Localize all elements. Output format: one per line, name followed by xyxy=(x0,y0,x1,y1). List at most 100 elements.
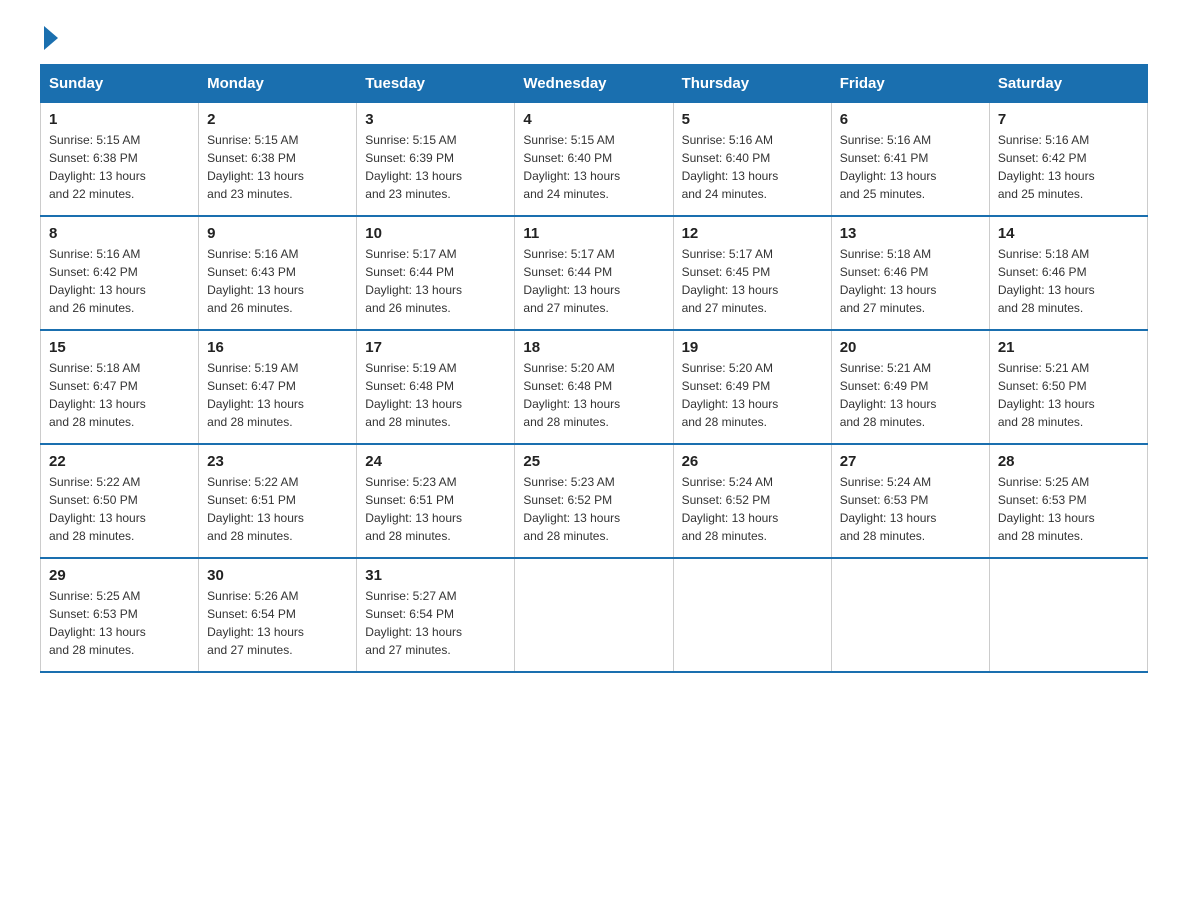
day-info: Sunrise: 5:17 AMSunset: 6:44 PMDaylight:… xyxy=(523,247,620,315)
day-info: Sunrise: 5:22 AMSunset: 6:50 PMDaylight:… xyxy=(49,475,146,543)
day-number: 29 xyxy=(49,567,190,584)
logo xyxy=(40,30,58,44)
calendar-cell: 25 Sunrise: 5:23 AMSunset: 6:52 PMDaylig… xyxy=(515,444,673,558)
header-monday: Monday xyxy=(199,65,357,103)
day-number: 30 xyxy=(207,567,348,584)
calendar-cell: 12 Sunrise: 5:17 AMSunset: 6:45 PMDaylig… xyxy=(673,216,831,330)
calendar-table: SundayMondayTuesdayWednesdayThursdayFrid… xyxy=(40,64,1148,673)
calendar-cell: 20 Sunrise: 5:21 AMSunset: 6:49 PMDaylig… xyxy=(831,330,989,444)
calendar-cell xyxy=(673,558,831,672)
day-number: 26 xyxy=(682,453,823,470)
calendar-cell: 31 Sunrise: 5:27 AMSunset: 6:54 PMDaylig… xyxy=(357,558,515,672)
day-number: 4 xyxy=(523,111,664,128)
week-row-4: 22 Sunrise: 5:22 AMSunset: 6:50 PMDaylig… xyxy=(41,444,1148,558)
day-number: 17 xyxy=(365,339,506,356)
calendar-cell: 13 Sunrise: 5:18 AMSunset: 6:46 PMDaylig… xyxy=(831,216,989,330)
day-number: 3 xyxy=(365,111,506,128)
day-number: 2 xyxy=(207,111,348,128)
calendar-cell: 30 Sunrise: 5:26 AMSunset: 6:54 PMDaylig… xyxy=(199,558,357,672)
day-info: Sunrise: 5:16 AMSunset: 6:41 PMDaylight:… xyxy=(840,133,937,201)
day-number: 24 xyxy=(365,453,506,470)
calendar-cell: 15 Sunrise: 5:18 AMSunset: 6:47 PMDaylig… xyxy=(41,330,199,444)
calendar-cell: 2 Sunrise: 5:15 AMSunset: 6:38 PMDayligh… xyxy=(199,103,357,217)
day-number: 23 xyxy=(207,453,348,470)
day-number: 7 xyxy=(998,111,1139,128)
day-info: Sunrise: 5:23 AMSunset: 6:51 PMDaylight:… xyxy=(365,475,462,543)
day-info: Sunrise: 5:16 AMSunset: 6:42 PMDaylight:… xyxy=(49,247,146,315)
header-tuesday: Tuesday xyxy=(357,65,515,103)
week-row-5: 29 Sunrise: 5:25 AMSunset: 6:53 PMDaylig… xyxy=(41,558,1148,672)
day-info: Sunrise: 5:25 AMSunset: 6:53 PMDaylight:… xyxy=(49,589,146,657)
day-info: Sunrise: 5:16 AMSunset: 6:43 PMDaylight:… xyxy=(207,247,304,315)
day-number: 12 xyxy=(682,225,823,242)
calendar-header-row: SundayMondayTuesdayWednesdayThursdayFrid… xyxy=(41,65,1148,103)
calendar-cell: 27 Sunrise: 5:24 AMSunset: 6:53 PMDaylig… xyxy=(831,444,989,558)
header-thursday: Thursday xyxy=(673,65,831,103)
day-info: Sunrise: 5:15 AMSunset: 6:38 PMDaylight:… xyxy=(207,133,304,201)
day-info: Sunrise: 5:23 AMSunset: 6:52 PMDaylight:… xyxy=(523,475,620,543)
day-info: Sunrise: 5:16 AMSunset: 6:42 PMDaylight:… xyxy=(998,133,1095,201)
day-info: Sunrise: 5:18 AMSunset: 6:47 PMDaylight:… xyxy=(49,361,146,429)
calendar-cell: 5 Sunrise: 5:16 AMSunset: 6:40 PMDayligh… xyxy=(673,103,831,217)
week-row-1: 1 Sunrise: 5:15 AMSunset: 6:38 PMDayligh… xyxy=(41,103,1148,217)
day-info: Sunrise: 5:26 AMSunset: 6:54 PMDaylight:… xyxy=(207,589,304,657)
calendar-cell: 8 Sunrise: 5:16 AMSunset: 6:42 PMDayligh… xyxy=(41,216,199,330)
day-number: 25 xyxy=(523,453,664,470)
day-number: 20 xyxy=(840,339,981,356)
calendar-cell: 6 Sunrise: 5:16 AMSunset: 6:41 PMDayligh… xyxy=(831,103,989,217)
day-number: 19 xyxy=(682,339,823,356)
day-number: 16 xyxy=(207,339,348,356)
day-info: Sunrise: 5:25 AMSunset: 6:53 PMDaylight:… xyxy=(998,475,1095,543)
calendar-cell: 7 Sunrise: 5:16 AMSunset: 6:42 PMDayligh… xyxy=(989,103,1147,217)
calendar-cell: 17 Sunrise: 5:19 AMSunset: 6:48 PMDaylig… xyxy=(357,330,515,444)
day-number: 27 xyxy=(840,453,981,470)
calendar-cell: 21 Sunrise: 5:21 AMSunset: 6:50 PMDaylig… xyxy=(989,330,1147,444)
day-info: Sunrise: 5:19 AMSunset: 6:47 PMDaylight:… xyxy=(207,361,304,429)
week-row-3: 15 Sunrise: 5:18 AMSunset: 6:47 PMDaylig… xyxy=(41,330,1148,444)
day-info: Sunrise: 5:18 AMSunset: 6:46 PMDaylight:… xyxy=(998,247,1095,315)
day-number: 9 xyxy=(207,225,348,242)
day-number: 13 xyxy=(840,225,981,242)
calendar-cell: 3 Sunrise: 5:15 AMSunset: 6:39 PMDayligh… xyxy=(357,103,515,217)
day-info: Sunrise: 5:27 AMSunset: 6:54 PMDaylight:… xyxy=(365,589,462,657)
calendar-cell: 29 Sunrise: 5:25 AMSunset: 6:53 PMDaylig… xyxy=(41,558,199,672)
calendar-cell: 4 Sunrise: 5:15 AMSunset: 6:40 PMDayligh… xyxy=(515,103,673,217)
day-info: Sunrise: 5:21 AMSunset: 6:50 PMDaylight:… xyxy=(998,361,1095,429)
calendar-cell: 24 Sunrise: 5:23 AMSunset: 6:51 PMDaylig… xyxy=(357,444,515,558)
day-number: 11 xyxy=(523,225,664,242)
calendar-cell xyxy=(831,558,989,672)
day-info: Sunrise: 5:24 AMSunset: 6:52 PMDaylight:… xyxy=(682,475,779,543)
calendar-cell: 14 Sunrise: 5:18 AMSunset: 6:46 PMDaylig… xyxy=(989,216,1147,330)
header-sunday: Sunday xyxy=(41,65,199,103)
day-info: Sunrise: 5:17 AMSunset: 6:45 PMDaylight:… xyxy=(682,247,779,315)
day-number: 5 xyxy=(682,111,823,128)
day-info: Sunrise: 5:20 AMSunset: 6:49 PMDaylight:… xyxy=(682,361,779,429)
day-info: Sunrise: 5:22 AMSunset: 6:51 PMDaylight:… xyxy=(207,475,304,543)
calendar-cell: 19 Sunrise: 5:20 AMSunset: 6:49 PMDaylig… xyxy=(673,330,831,444)
header-saturday: Saturday xyxy=(989,65,1147,103)
calendar-cell: 23 Sunrise: 5:22 AMSunset: 6:51 PMDaylig… xyxy=(199,444,357,558)
day-info: Sunrise: 5:15 AMSunset: 6:38 PMDaylight:… xyxy=(49,133,146,201)
day-number: 21 xyxy=(998,339,1139,356)
day-number: 22 xyxy=(49,453,190,470)
day-number: 10 xyxy=(365,225,506,242)
header-friday: Friday xyxy=(831,65,989,103)
header-wednesday: Wednesday xyxy=(515,65,673,103)
calendar-cell xyxy=(989,558,1147,672)
day-info: Sunrise: 5:17 AMSunset: 6:44 PMDaylight:… xyxy=(365,247,462,315)
calendar-cell: 26 Sunrise: 5:24 AMSunset: 6:52 PMDaylig… xyxy=(673,444,831,558)
day-info: Sunrise: 5:24 AMSunset: 6:53 PMDaylight:… xyxy=(840,475,937,543)
day-number: 6 xyxy=(840,111,981,128)
day-number: 14 xyxy=(998,225,1139,242)
day-number: 28 xyxy=(998,453,1139,470)
calendar-cell: 22 Sunrise: 5:22 AMSunset: 6:50 PMDaylig… xyxy=(41,444,199,558)
calendar-cell: 18 Sunrise: 5:20 AMSunset: 6:48 PMDaylig… xyxy=(515,330,673,444)
day-number: 1 xyxy=(49,111,190,128)
day-info: Sunrise: 5:16 AMSunset: 6:40 PMDaylight:… xyxy=(682,133,779,201)
day-info: Sunrise: 5:19 AMSunset: 6:48 PMDaylight:… xyxy=(365,361,462,429)
calendar-cell: 11 Sunrise: 5:17 AMSunset: 6:44 PMDaylig… xyxy=(515,216,673,330)
calendar-cell: 10 Sunrise: 5:17 AMSunset: 6:44 PMDaylig… xyxy=(357,216,515,330)
calendar-cell xyxy=(515,558,673,672)
week-row-2: 8 Sunrise: 5:16 AMSunset: 6:42 PMDayligh… xyxy=(41,216,1148,330)
page-header xyxy=(40,30,1148,44)
